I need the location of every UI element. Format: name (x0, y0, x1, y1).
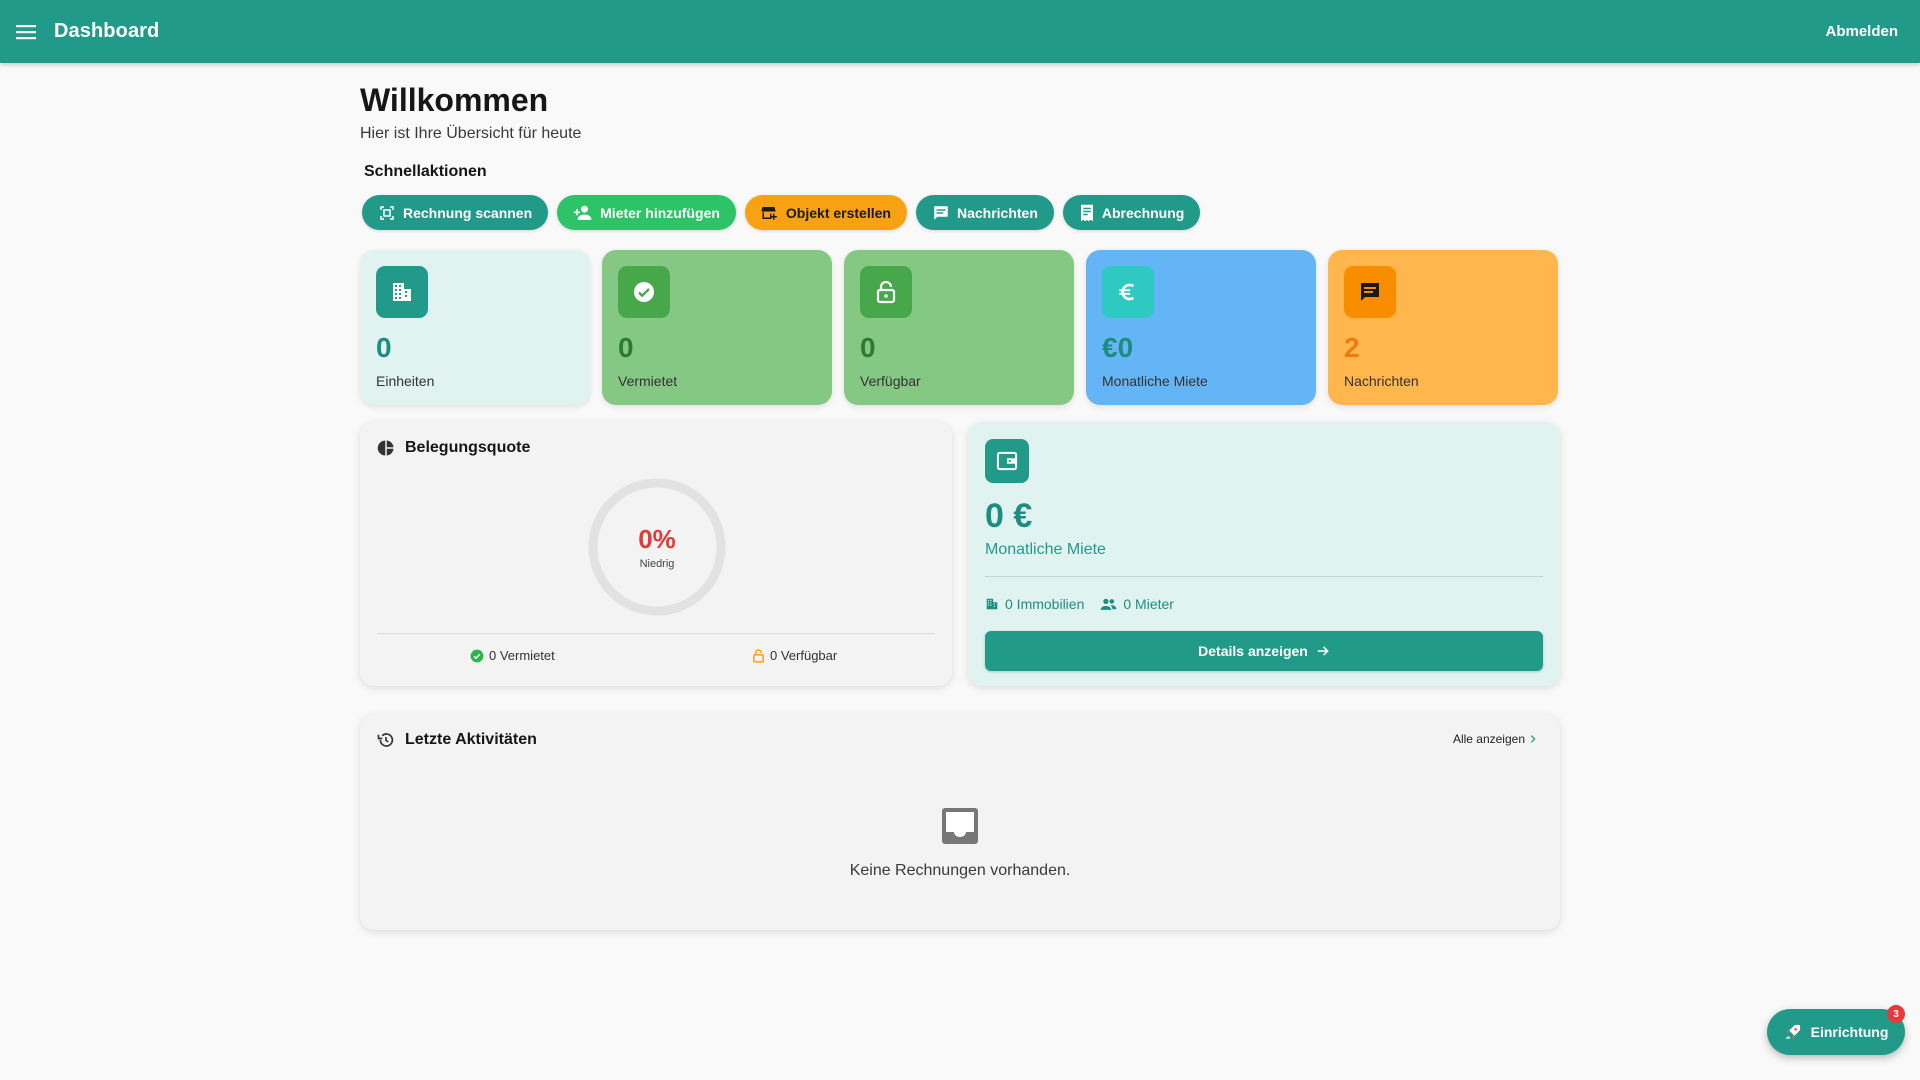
divider (377, 633, 935, 634)
messages-button[interactable]: Nachrichten (915, 195, 1054, 230)
rocket-icon (1784, 1023, 1802, 1041)
rent-label: Monatliche Miete (985, 541, 1106, 558)
lock-open-icon (752, 648, 765, 663)
setup-badge: 3 (1887, 1005, 1905, 1023)
stat-label: Monatliche Miete (1102, 373, 1208, 389)
euro-icon (1102, 266, 1154, 318)
properties-label: 0 Immobilien (1005, 596, 1085, 612)
arrow-right-icon (1316, 644, 1330, 658)
stat-value: 2 (1344, 332, 1360, 363)
lock-open-icon (860, 266, 912, 318)
available-summary: 0 Verfügbar (752, 648, 837, 663)
create-property-button[interactable]: Objekt erstellen (744, 195, 907, 230)
available-count: 0 Verfügbar (770, 648, 838, 663)
stat-value: 0 (376, 332, 392, 363)
stat-value: 0 (860, 332, 876, 363)
rent-meta: 0 Immobilien 0 Mieter (985, 596, 1174, 612)
rent-panel: 0 € Monatliche Miete 0 Immobilien 0 Miet… (968, 422, 1560, 686)
app-title: Dashboard (54, 20, 160, 42)
quick-actions-bar: Rechnung scannen Mieter hinzufügen Objek… (362, 195, 1560, 230)
history-icon (377, 731, 395, 749)
add-business-icon (761, 204, 779, 222)
receipt-icon (1079, 204, 1095, 222)
rent-value: 0 € (985, 497, 1033, 535)
create-property-label: Objekt erstellen (785, 204, 891, 221)
chat-icon (1344, 266, 1396, 318)
hamburger-menu-icon[interactable] (11, 17, 41, 47)
activities-panel: Letzte Aktivitäten Alle anzeigen Keine R… (360, 714, 1560, 930)
activities-header: Letzte Aktivitäten (377, 731, 537, 749)
billing-label: Abrechnung (1101, 204, 1185, 221)
add-tenant-label: Mieter hinzufügen (600, 204, 720, 221)
stat-card-units[interactable]: 0 Einheiten (360, 250, 590, 405)
pie-chart-icon (377, 439, 395, 457)
stat-label: Nachrichten (1344, 373, 1419, 389)
setup-button[interactable]: Einrichtung (1767, 1009, 1905, 1055)
activities-title: Letzte Aktivitäten (405, 731, 537, 748)
stat-value: €0 (1102, 332, 1134, 363)
message-icon (932, 204, 950, 222)
billing-button[interactable]: Abrechnung (1062, 195, 1201, 230)
wallet-icon (985, 439, 1029, 483)
donut-center: 0% Niedrig (586, 476, 728, 618)
empty-state-text: Keine Rechnungen vorhanden. (849, 862, 1071, 879)
stat-card-available[interactable]: 0 Verfügbar (844, 250, 1074, 405)
stat-label: Einheiten (376, 373, 435, 389)
stat-label: Vermietet (618, 373, 678, 389)
occupancy-panel: Belegungsquote 0% Niedrig 0 Vermietet 0 … (360, 422, 952, 686)
see-all-link[interactable]: Alle anzeigen (1453, 732, 1538, 746)
setup-label: Einrichtung (1810, 1024, 1889, 1040)
check-circle-icon (618, 266, 670, 318)
page-subtitle: Hier ist Ihre Übersicht für heute (360, 125, 582, 142)
stat-value: 0 (618, 332, 634, 363)
document-scanner-icon (378, 204, 396, 222)
stat-label: Verfügbar (860, 373, 921, 389)
messages-label: Nachrichten (956, 204, 1038, 221)
tenants-count: 0 Mieter (1100, 596, 1174, 612)
stats-row: 0 Einheiten 0 Vermietet 0 Verfügbar €0 M… (360, 250, 1560, 405)
see-all-label: Alle anzeigen (1452, 732, 1525, 746)
occupancy-header: Belegungsquote (377, 439, 530, 457)
person-add-icon (573, 204, 593, 222)
divider (985, 576, 1543, 577)
occupancy-title: Belegungsquote (405, 439, 531, 456)
page-title: Willkommen (360, 82, 549, 118)
inbox-icon (942, 808, 978, 844)
scan-invoice-label: Rechnung scannen (403, 204, 533, 221)
occupancy-status: Niedrig (639, 558, 675, 570)
middle-row: Belegungsquote 0% Niedrig 0 Vermietet 0 … (360, 422, 1560, 686)
stat-card-rented[interactable]: 0 Vermietet (602, 250, 832, 405)
people-icon (1100, 597, 1117, 611)
building-icon (985, 597, 999, 611)
scan-invoice-button[interactable]: Rechnung scannen (362, 195, 549, 230)
top-app-bar: Dashboard Abmelden (0, 0, 1920, 63)
main-content: Willkommen Hier ist Ihre Übersicht für h… (360, 63, 1560, 930)
rented-count: 0 Vermietet (489, 648, 555, 663)
logout-button[interactable]: Abmelden (1825, 23, 1898, 40)
add-tenant-button[interactable]: Mieter hinzufügen (557, 195, 736, 230)
quick-actions-title: Schnellaktionen (364, 163, 487, 180)
occupancy-percent: 0% (638, 524, 676, 554)
tenants-label: 0 Mieter (1123, 596, 1174, 612)
check-circle-icon (470, 649, 484, 663)
properties-count: 0 Immobilien (985, 596, 1084, 612)
rented-summary: 0 Vermietet (470, 648, 555, 663)
chevron-right-icon (1528, 734, 1538, 744)
details-button[interactable]: Details anzeigen (985, 631, 1543, 671)
building-icon (376, 266, 428, 318)
stat-card-monthly-rent[interactable]: €0 Monatliche Miete (1086, 250, 1316, 405)
details-label: Details anzeigen (1198, 643, 1308, 659)
stat-card-messages[interactable]: 2 Nachrichten (1328, 250, 1558, 405)
